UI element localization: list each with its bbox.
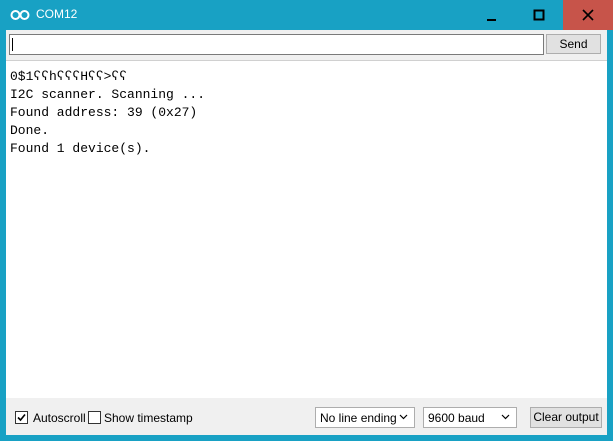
checkmark-icon <box>17 413 26 422</box>
autoscroll-label[interactable]: Autoscroll <box>33 411 86 425</box>
output-line: Done. <box>10 123 50 138</box>
chevron-down-icon <box>501 414 510 420</box>
serial-monitor-body: Send 0$1ʕʕhʕʕʕHʕʕ>ʕʕ I2C scanner. Scanni… <box>6 30 607 435</box>
chevron-down-icon <box>399 414 408 420</box>
clear-output-button[interactable]: Clear output <box>530 407 602 428</box>
send-row: Send <box>6 30 607 60</box>
serial-output[interactable]: 0$1ʕʕhʕʕʕHʕʕ>ʕʕ I2C scanner. Scanning ..… <box>6 60 607 398</box>
text-caret <box>12 38 13 51</box>
output-line: I2C scanner. Scanning ... <box>10 87 206 102</box>
window-title: COM12 <box>36 7 78 21</box>
maximize-button[interactable] <box>516 0 562 30</box>
output-line: Found 1 device(s). <box>10 141 151 156</box>
title-bar[interactable]: COM12 <box>0 0 613 30</box>
show-timestamp-checkbox[interactable] <box>88 411 101 424</box>
minimize-icon <box>487 19 496 21</box>
show-timestamp-label[interactable]: Show timestamp <box>104 411 193 425</box>
close-icon <box>582 9 594 21</box>
status-bar: Autoscroll Show timestamp No line ending… <box>6 402 607 432</box>
arduino-infinity-icon <box>10 10 30 20</box>
minimize-button[interactable] <box>469 0 515 30</box>
line-ending-value: No line ending <box>320 411 397 425</box>
autoscroll-checkbox[interactable] <box>15 411 28 424</box>
output-line: Found address: 39 (0x27) <box>10 105 198 120</box>
baud-rate-value: 9600 baud <box>428 411 485 425</box>
baud-rate-select[interactable]: 9600 baud <box>423 407 517 428</box>
serial-input[interactable] <box>9 34 544 55</box>
line-ending-select[interactable]: No line ending <box>315 407 415 428</box>
output-line: 0$1ʕʕhʕʕʕHʕʕ>ʕʕ <box>10 69 128 84</box>
maximize-icon <box>533 9 545 21</box>
send-button[interactable]: Send <box>546 34 601 54</box>
close-button[interactable] <box>563 0 613 30</box>
